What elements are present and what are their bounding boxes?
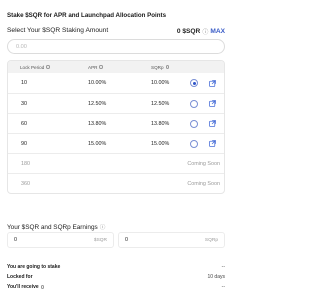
header-sqrp: SQRp [151,65,169,70]
table-row[interactable]: 30 12.50% 12.50% [8,93,224,113]
stake-summary: You are going to stake -- Locked for 10 … [7,262,225,292]
table-header: Lock Period APR SQRp [8,61,224,73]
sqrp-value: 12.50% [151,100,170,107]
table-row[interactable]: 10 10.00% 10.00% [8,73,224,93]
info-icon [165,65,169,69]
lock-period-table: Lock Period APR SQRp 10 10.00% 10.00% 30… [7,60,225,194]
select-radio[interactable] [190,79,198,87]
apr-value: 13.80% [88,120,107,127]
external-link-icon[interactable] [209,120,216,127]
stake-amount-label: Select Your $SQR Staking Amount [7,27,109,34]
apr-value: 15.00% [88,140,107,147]
stake-amount-input[interactable] [7,39,225,54]
earnings-title: Your $SQR and SQRp Earnings ⓘ [7,223,106,232]
info-icon [46,65,50,69]
sqrp-value: 10.00% [151,80,170,86]
page-title: Stake $SQR for APR and Launchpad Allocat… [7,12,167,19]
header-lock-period: Lock Period [20,65,50,70]
sqrp-value: 15.00% [151,140,170,147]
staking-panel: Stake $SQR for APR and Launchpad Allocat… [0,0,236,300]
table-row: 360 Coming Soon [8,173,224,193]
table-row[interactable]: 90 15.00% 15.00% [8,133,224,153]
header-apr: APR [88,65,103,70]
lock-period-value: 180 [21,160,30,167]
info-icon [99,65,103,69]
lock-period-value: 60 [21,120,27,127]
apr-value: 10.00% [88,80,107,86]
info-icon [40,285,45,289]
max-button[interactable]: MAX [210,28,225,35]
sqrp-earnings-unit: SQRp [204,237,218,243]
coming-soon-label: Coming Soon [187,160,220,167]
external-link-icon[interactable] [209,79,216,87]
summary-label: You'll receive [7,284,45,290]
sqr-earnings-value: 0 [14,237,17,243]
select-radio[interactable] [190,139,198,148]
summary-row: You'll receive -- [7,282,225,292]
sqrp-earnings-box: 0 SQRp [118,232,225,248]
select-radio[interactable] [190,119,198,128]
select-radio[interactable] [190,99,198,108]
table-row: 180 Coming Soon [8,153,224,173]
sqrp-earnings-value: 0 [125,237,128,243]
balance-value: 0 $SQR [176,28,201,35]
lock-period-value: 360 [21,180,30,187]
balance-group: 0 $SQR ⓘ MAX [177,27,225,36]
summary-value: 10 days [207,274,225,280]
earnings-row: 0 $SQR 0 SQRp [7,232,225,248]
summary-label: Locked for [7,274,33,280]
summary-value: -- [221,264,225,270]
sqrp-value: 13.80% [151,120,170,127]
info-icon: ⓘ [99,225,106,231]
sqr-earnings-unit: $SQR [93,237,107,243]
summary-value: -- [221,284,225,290]
sqr-earnings-box: 0 $SQR [7,232,114,248]
summary-label: You are going to stake [7,264,61,270]
summary-row: You are going to stake -- [7,262,225,272]
lock-period-value: 10 [21,80,27,86]
apr-value: 12.50% [88,100,107,107]
external-link-icon[interactable] [209,140,216,147]
lock-period-value: 30 [21,100,27,107]
summary-row: Locked for 10 days [7,272,225,282]
coming-soon-label: Coming Soon [187,180,220,187]
stake-amount-row: Select Your $SQR Staking Amount 0 $SQR ⓘ… [7,27,225,36]
table-row[interactable]: 60 13.80% 13.80% [8,113,224,133]
info-icon: ⓘ [202,30,209,36]
external-link-icon[interactable] [209,100,216,107]
lock-period-value: 90 [21,140,27,147]
